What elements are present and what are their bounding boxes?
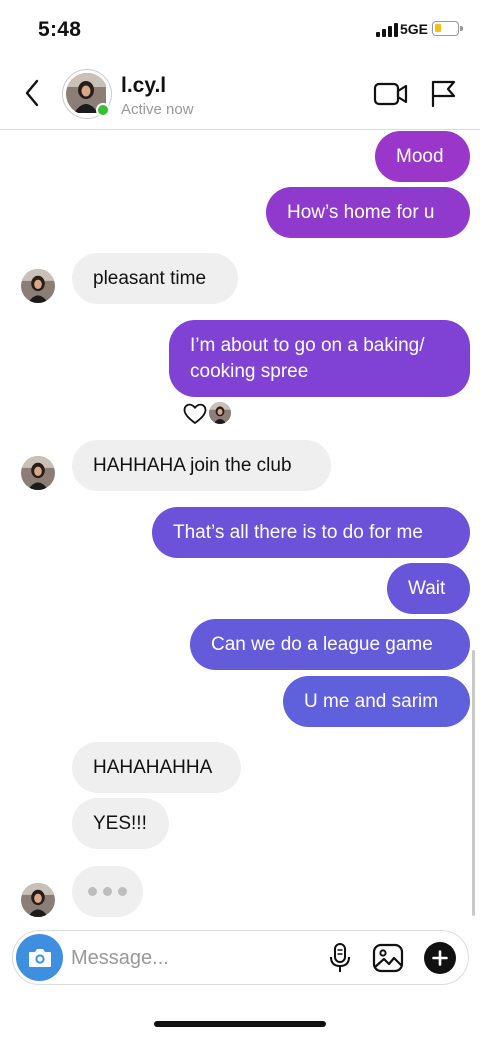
message-sent[interactable]: How’s home for u [266,187,470,238]
scrollbar[interactable] [472,650,475,916]
back-button[interactable] [20,78,44,108]
message-received[interactable]: pleasant time [72,253,238,304]
typing-dot [103,887,112,896]
battery-icon [432,21,463,36]
message-sent[interactable]: Can we do a league game [190,619,470,670]
signal-strength-icon [376,23,398,37]
microphone-icon [330,943,350,972]
message-sent[interactable]: That’s all there is to do for me [152,507,470,558]
chevron-left-icon [25,79,39,107]
report-button[interactable] [428,78,458,108]
sender-avatar[interactable] [21,269,55,303]
typing-dot [88,887,97,896]
message-sent[interactable]: Mood [375,131,470,182]
active-status-dot [96,103,110,117]
flag-icon [431,80,456,108]
camera-icon [28,948,51,967]
video-camera-icon [373,82,408,106]
heart-icon[interactable] [183,403,207,425]
contact-status: Active now [121,101,194,118]
camera-button[interactable] [16,934,63,981]
message-sent[interactable]: U me and sarim [283,676,470,727]
message-received[interactable]: HAHHAHA join the club [72,440,331,491]
voice-message-button[interactable] [327,942,353,974]
message-received[interactable]: YES!!! [72,798,169,849]
status-time: 5:48 [38,18,82,41]
gallery-button[interactable] [371,942,405,974]
home-indicator[interactable] [154,1021,326,1027]
video-call-button[interactable] [373,80,409,108]
image-gallery-icon [372,943,404,973]
plus-icon [432,950,448,966]
sender-avatar[interactable] [21,456,55,490]
message-sent[interactable]: Wait [387,563,470,614]
typing-indicator [72,866,143,917]
message-input[interactable] [71,943,311,973]
message-sent[interactable]: I’m about to go on a baking/ cooking spr… [169,320,470,397]
sender-avatar[interactable] [21,883,55,917]
message-composer [12,930,469,985]
network-type: 5GE [400,21,429,37]
chat-header: l.cy.l Active now [0,60,480,130]
reaction-avatar [209,402,231,424]
typing-dot [118,887,127,896]
status-bar: 5:48 5GE [0,0,480,60]
contact-name[interactable]: l.cy.l [121,74,166,98]
message-received[interactable]: HAHAHAHHA [72,742,241,793]
more-options-button[interactable] [424,942,456,974]
